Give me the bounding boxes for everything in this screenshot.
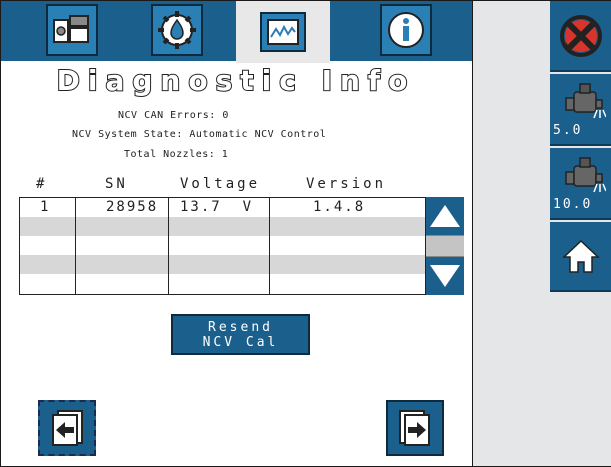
top-tab-bar xyxy=(1,1,472,63)
nozzle-rate-button-1[interactable]: 5.0 xyxy=(550,74,611,146)
nozzle-rate-button-2[interactable]: 10.0 xyxy=(550,148,611,220)
table-row[interactable] xyxy=(20,255,425,274)
column-header-sn: SN xyxy=(105,176,128,192)
ncv-can-errors: NCV CAN Errors: 0 xyxy=(118,110,229,121)
total-nozzles: Total Nozzles: 1 xyxy=(124,149,229,160)
nozzle-valve-icon xyxy=(565,83,606,119)
page-title: Diagnostic Info xyxy=(56,63,416,98)
nozzle-rate-value-1: 5.0 xyxy=(553,123,583,138)
column-divider xyxy=(269,198,270,294)
ncv-system-state: NCV System State: Automatic NCV Control xyxy=(72,129,327,140)
column-header-voltage: Voltage xyxy=(180,176,261,192)
tab-application-settings[interactable] xyxy=(151,4,203,56)
next-page-button[interactable] xyxy=(386,400,444,456)
nozzle-rate-value-2: 10.0 xyxy=(553,197,593,212)
gear-droplet-icon xyxy=(158,11,196,49)
table-row[interactable] xyxy=(20,236,425,255)
page-back-icon xyxy=(52,410,83,446)
arrow-up-icon xyxy=(430,205,460,227)
graph-monitor-icon xyxy=(267,19,299,45)
cell-version: 1.4.8 xyxy=(313,199,366,215)
no-spray-icon xyxy=(559,14,602,57)
column-header-number: # xyxy=(36,176,48,192)
nozzle-table: 1 28958 13.7 V 1.4.8 xyxy=(19,197,426,295)
scrollbar-thumb[interactable] xyxy=(426,235,464,257)
tab-info[interactable] xyxy=(380,4,432,56)
side-panel: 5.0 10.0 xyxy=(472,1,611,466)
column-header-version: Version xyxy=(306,176,387,192)
arrow-down-icon xyxy=(430,265,460,287)
page-forward-icon xyxy=(399,410,430,446)
previous-page-button[interactable] xyxy=(38,400,96,456)
home-button[interactable] xyxy=(550,222,611,292)
resend-label-line1: Resend xyxy=(208,320,273,335)
table-row[interactable] xyxy=(20,274,425,294)
tab-diagnostics[interactable] xyxy=(236,1,330,63)
table-row[interactable]: 1 28958 13.7 V 1.4.8 xyxy=(20,198,425,217)
cell-number: 1 xyxy=(40,199,51,215)
resend-ncv-cal-button[interactable]: Resend NCV Cal xyxy=(171,314,310,355)
home-icon xyxy=(561,239,600,273)
resend-label-line2: NCV Cal xyxy=(202,335,279,350)
machine-icon xyxy=(53,15,89,43)
scroll-down-button[interactable] xyxy=(426,257,464,295)
cell-voltage: 13.7 V xyxy=(180,199,254,215)
column-divider xyxy=(75,198,76,294)
info-icon xyxy=(388,12,424,48)
tab-machine[interactable] xyxy=(46,4,98,56)
nozzle-valve-icon xyxy=(565,157,606,193)
diagnostics-tab-button xyxy=(260,12,306,52)
scroll-up-button[interactable] xyxy=(426,197,464,235)
cell-sn: 28958 xyxy=(106,199,159,215)
column-divider xyxy=(168,198,169,294)
table-row[interactable] xyxy=(20,217,425,236)
spray-off-button[interactable] xyxy=(550,1,611,72)
